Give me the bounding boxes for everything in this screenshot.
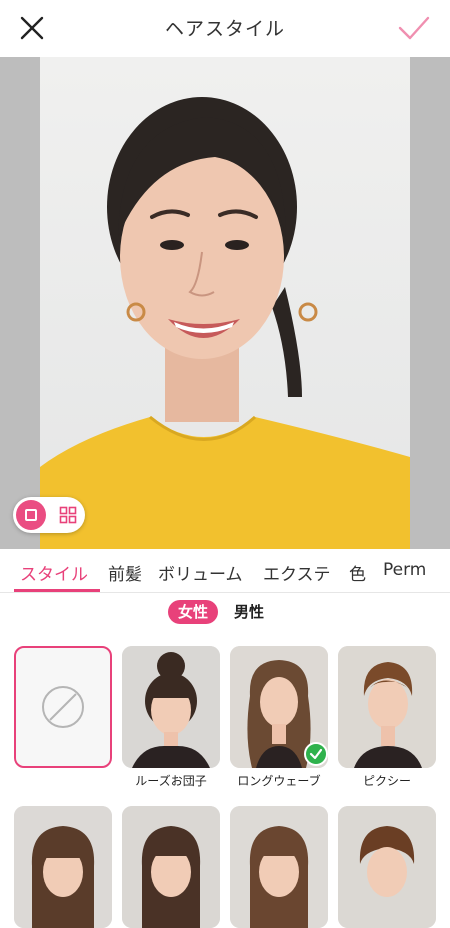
portrait-illustration [40, 97, 410, 549]
grid-view-button[interactable] [53, 500, 83, 530]
gender-toggle: 女性 男性 [0, 598, 450, 628]
tab-perm[interactable]: Perm [383, 560, 426, 580]
hairstyle-thumbnail [338, 806, 436, 928]
gender-female-button[interactable]: 女性 [168, 600, 218, 624]
hairstyle-thumbnail [14, 806, 112, 928]
pixie-thumbnail [338, 646, 436, 768]
tab-style[interactable]: スタイル [20, 560, 88, 585]
none-icon [42, 686, 84, 728]
style-label-pixie: ピクシー [362, 774, 411, 788]
portrait-photo [40, 57, 410, 549]
page-title: ヘアスタイル [164, 18, 285, 40]
style-none-tile[interactable] [14, 646, 112, 768]
hairstyle-thumbnail [230, 806, 328, 928]
view-mode-toggle [13, 497, 85, 533]
tab-bangs[interactable]: 前髪 [108, 560, 142, 585]
single-view-button[interactable] [16, 500, 46, 530]
style-tile[interactable] [122, 806, 220, 928]
style-tile[interactable] [14, 806, 112, 928]
active-tab-indicator [14, 589, 100, 592]
gender-male-button[interactable]: 男性 [234, 600, 274, 624]
top-bar: ヘアスタイル [0, 0, 450, 56]
tab-volume[interactable]: ボリューム [158, 560, 243, 585]
style-tile[interactable] [230, 806, 328, 928]
single-square-icon [25, 509, 37, 521]
style-tile-pixie[interactable] [338, 646, 436, 768]
photo-preview-area [0, 57, 450, 549]
style-label-loose-bun: ルーズお団子 [135, 774, 207, 788]
style-tile[interactable] [338, 806, 436, 928]
hairstyle-thumbnail [122, 806, 220, 928]
style-tile-loose-bun[interactable] [122, 646, 220, 768]
selected-check-icon [304, 742, 328, 766]
tab-color[interactable]: 色 [349, 560, 366, 585]
checkmark-icon [398, 16, 430, 40]
style-label-long-wave: ロングウェーブ [237, 774, 321, 788]
confirm-button[interactable] [396, 10, 432, 46]
category-tabs: スタイル 前髪 ボリューム エクステ 色 Perm [0, 550, 450, 593]
tab-extensions[interactable]: エクステ [263, 560, 331, 585]
grid-icon [59, 506, 77, 524]
loose-bun-thumbnail [122, 646, 220, 768]
